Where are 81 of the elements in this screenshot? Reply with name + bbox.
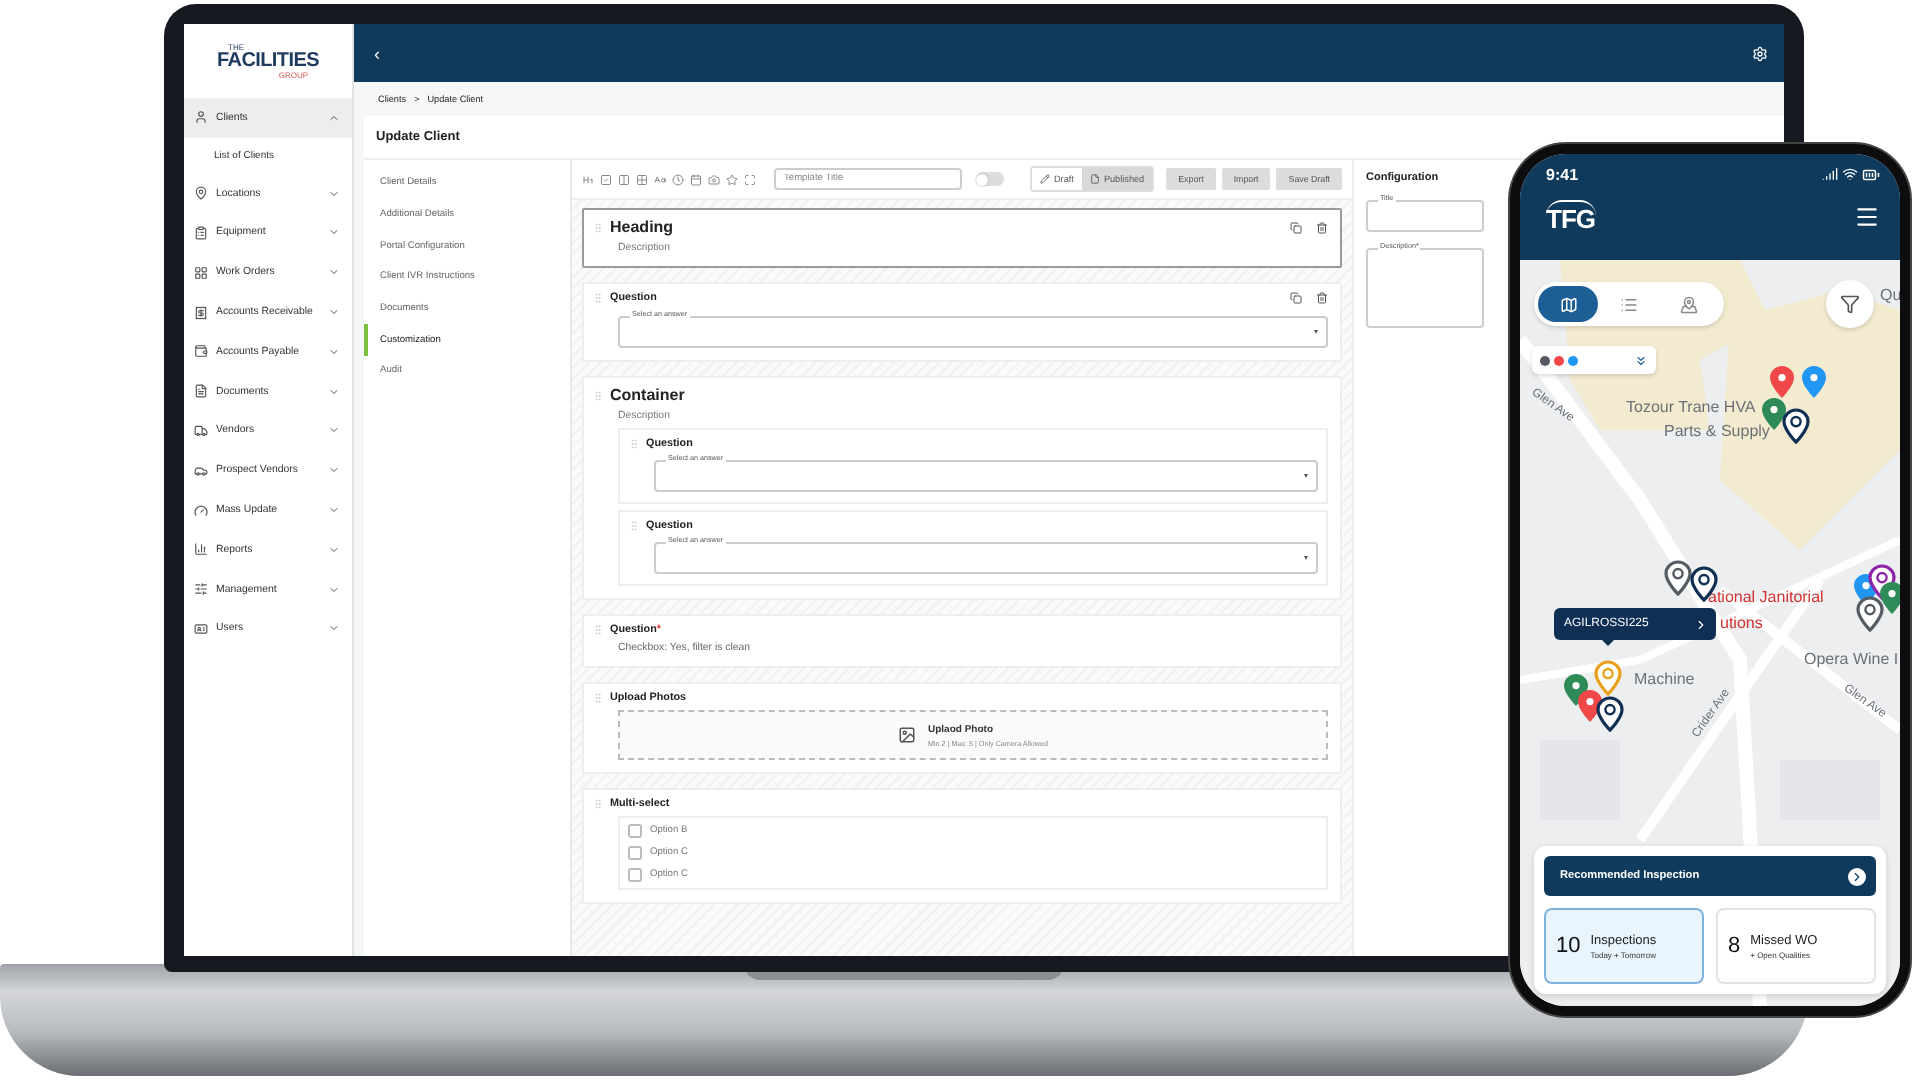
grid-icon[interactable] <box>636 173 648 185</box>
list-icon <box>1619 295 1638 313</box>
car-icon <box>194 463 208 478</box>
chevron-down-icon <box>328 622 340 635</box>
place-label: Parts & Supply <box>1664 424 1770 440</box>
copy-icon <box>1290 292 1302 304</box>
map-pin-icon[interactable] <box>1856 596 1884 632</box>
copy-button[interactable] <box>1290 292 1302 304</box>
place-label: Machine <box>1634 672 1695 688</box>
chevron-down-icon <box>328 504 340 517</box>
star-icon[interactable] <box>726 173 738 185</box>
pin-icon <box>194 186 208 201</box>
document-icon <box>194 384 208 399</box>
place-label: Tozour Trane HVA <box>1626 400 1756 416</box>
place-label: Qu <box>1880 288 1900 304</box>
heading-title: Heading <box>610 218 676 236</box>
checkbox[interactable] <box>628 824 642 838</box>
document-icon <box>1089 174 1100 184</box>
legend-dropdown[interactable] <box>1532 346 1656 374</box>
clipboard-icon <box>194 225 208 240</box>
delete-button[interactable] <box>1316 292 1328 304</box>
receipt-icon <box>194 305 208 320</box>
heading-icon[interactable] <box>582 173 594 185</box>
status-time: 9:41 <box>1546 166 1579 184</box>
chevron-down-icon <box>328 385 340 398</box>
place-label: ational Janitorial <box>1708 590 1824 606</box>
map-pin-icon[interactable] <box>1878 580 1900 616</box>
double-chevron-icon <box>1634 353 1648 367</box>
chevron-down-icon <box>328 226 340 239</box>
gauge-icon <box>194 503 208 518</box>
person-icon <box>194 110 208 125</box>
map-view-tab[interactable] <box>1538 286 1599 322</box>
chevron-up-icon <box>328 111 340 124</box>
menu-icon[interactable] <box>1854 204 1880 230</box>
app-logo: TFG <box>1546 200 1595 234</box>
map-icon <box>1559 295 1578 313</box>
place-label: Opera Wine I <box>1804 652 1899 668</box>
truck-icon <box>194 423 208 438</box>
chevron-down-icon <box>328 345 340 358</box>
sliders-icon <box>194 582 208 597</box>
signal-icon <box>1822 166 1838 184</box>
filter-icon <box>1840 294 1860 314</box>
chevron-down-icon <box>328 187 340 200</box>
checkbox[interactable] <box>628 846 642 860</box>
chevron-down-icon <box>328 266 340 279</box>
chevron-down-icon <box>328 543 340 556</box>
place-label: utions <box>1720 616 1763 632</box>
calendar-icon[interactable] <box>690 173 702 185</box>
checkbox-icon[interactable] <box>600 173 612 185</box>
id-card-icon <box>194 621 208 636</box>
chevron-down-icon <box>328 583 340 596</box>
settings-icon[interactable] <box>1752 45 1768 61</box>
camera-icon[interactable] <box>708 173 720 185</box>
pin-arrow-icon <box>1680 295 1699 313</box>
clock-icon[interactable] <box>672 173 684 185</box>
wallet-icon <box>194 344 208 359</box>
map-pin-icon[interactable] <box>1782 408 1810 444</box>
columns-icon[interactable] <box>618 173 630 185</box>
chart-icon <box>194 542 208 557</box>
pencil-icon <box>1039 174 1050 184</box>
back-button[interactable]: ‹ <box>374 43 380 63</box>
wifi-icon <box>1842 166 1858 184</box>
toggle-switch[interactable] <box>975 172 1004 186</box>
trash-icon <box>1316 221 1328 233</box>
chevron-down-icon <box>328 464 340 477</box>
text-icon[interactable] <box>654 173 666 185</box>
checkbox[interactable] <box>628 868 642 882</box>
grid-icon <box>194 265 208 280</box>
chevron-down-icon <box>328 424 340 437</box>
copy-icon <box>1290 221 1302 233</box>
image-icon <box>898 726 916 744</box>
delete-button[interactable] <box>1316 221 1328 233</box>
chevron-circle-icon <box>1848 867 1866 885</box>
map-pin-icon[interactable] <box>1596 696 1624 732</box>
trash-icon <box>1316 292 1328 304</box>
container-title: Container <box>610 386 687 404</box>
chevron-right-icon <box>1694 617 1708 631</box>
chevron-down-icon <box>328 306 340 319</box>
battery-icon <box>1862 166 1880 184</box>
copy-button[interactable] <box>1290 221 1302 233</box>
map-pin-icon[interactable] <box>1664 560 1692 596</box>
